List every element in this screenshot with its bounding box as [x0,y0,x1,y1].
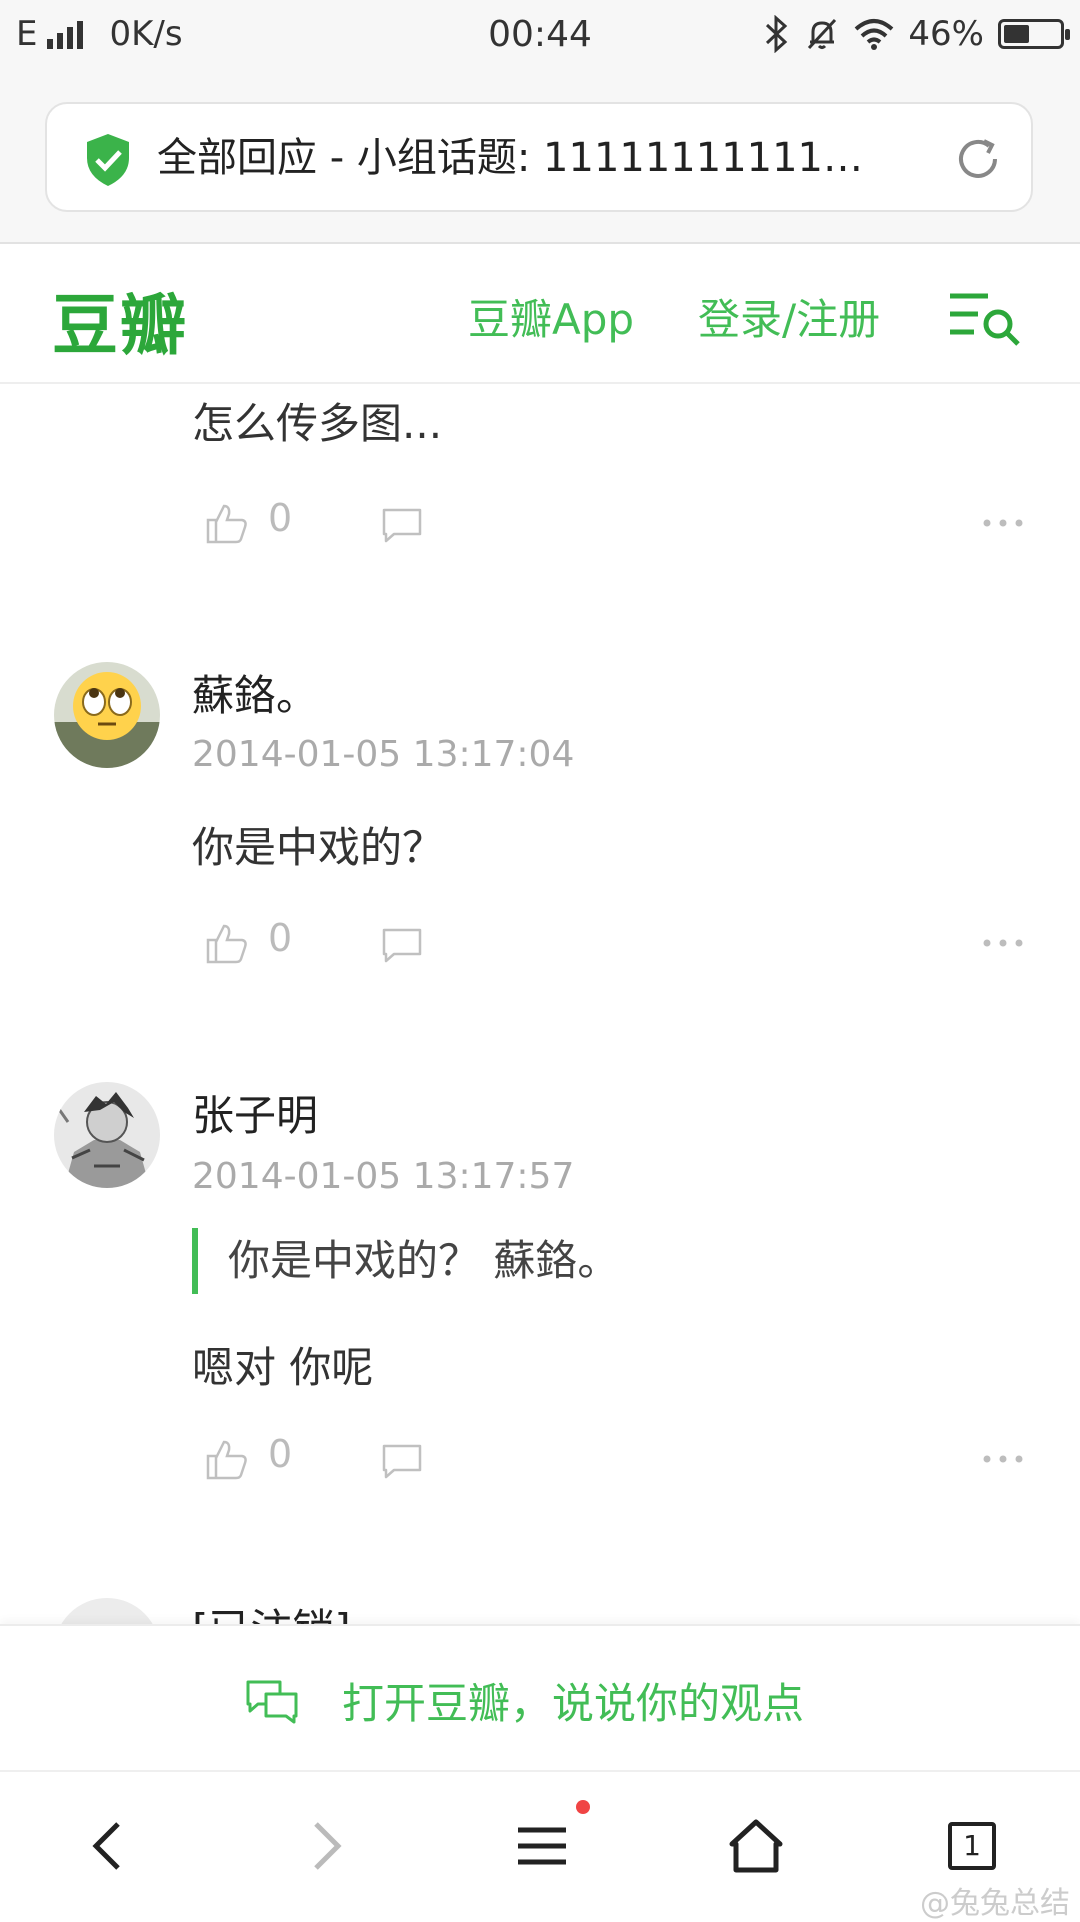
comment-text: 你是中戏的？ [192,823,445,872]
notification-dot [576,1800,590,1814]
address-bar[interactable]: 全部回应 - 小组话题: 11111111111111111 [45,102,1033,212]
reply-icon[interactable] [380,926,424,964]
tab-count-button[interactable]: 1 [948,1822,996,1870]
comment-text: 怎么传多图... [192,399,443,448]
comment-text: 嗯对 你呢 [192,1343,374,1392]
comment-actions: 0 [204,916,1024,972]
browser-nav-bar: 1 [0,1770,1080,1922]
forward-icon[interactable] [294,1816,354,1876]
douban-app-link[interactable]: 豆瓣App [468,286,634,347]
site-header: 豆瓣 豆瓣App 登录/注册 [0,244,1080,384]
wifi-icon [855,19,894,50]
more-options-icon[interactable] [982,938,1024,948]
like-count: 0 [268,1432,293,1476]
like-icon[interactable] [204,920,250,966]
comment-author[interactable]: 蘇鉻。 [192,662,318,723]
mute-bell-icon [808,18,837,50]
reply-icon[interactable] [380,1442,424,1480]
status-bar: E 0K/s 00:44 46% [0,0,1080,76]
secure-shield-icon [87,134,129,186]
comment-author[interactable]: [已注销] [192,1596,351,1624]
bluetooth-icon [766,15,788,53]
douban-logo[interactable]: 豆瓣 [52,272,188,368]
avatar[interactable] [54,1082,160,1188]
comment-actions: 0 [204,496,1024,552]
quoted-reply: 你是中戏的？ 蘇鉻。 [192,1228,619,1294]
comment-bubbles-icon [246,1680,298,1724]
reload-icon[interactable] [951,132,1005,186]
comment-actions: 0 [204,1432,1024,1488]
comment-time: 2014-01-05 13:17:04 [192,734,575,775]
avatar[interactable] [54,1598,160,1624]
status-right: 46% [764,14,1070,54]
comment-author[interactable]: 张子明 [192,1082,318,1143]
page-title: 全部回应 - 小组话题: 11111111111111111 [157,135,887,181]
watermark: @兔兔总结 [920,1886,1070,1921]
login-register-link[interactable]: 登录/注册 [698,286,880,347]
like-count: 0 [268,496,293,540]
back-icon[interactable] [80,1816,140,1876]
comment-time: 2014-01-05 13:17:57 [192,1156,575,1197]
menu-search-icon[interactable] [948,288,1024,348]
more-options-icon[interactable] [982,1454,1024,1464]
browser-address-area: 全部回应 - 小组话题: 11111111111111111 [0,76,1080,244]
open-douban-label: 打开豆瓣，说说你的观点 [342,1679,805,1728]
more-options-icon[interactable] [982,518,1024,528]
reply-icon[interactable] [380,506,424,544]
battery-percent: 46% [908,14,984,54]
avatar[interactable] [54,662,160,768]
open-douban-bar[interactable]: 打开豆瓣，说说你的观点 [0,1624,1080,1770]
like-icon[interactable] [204,1436,250,1482]
comment-list: 怎么传多图... 0 蘇鉻。 2014-01-05 13:17:04 你是中戏的… [0,384,1080,1624]
like-count: 0 [268,916,293,960]
home-icon[interactable] [726,1816,786,1876]
menu-icon[interactable] [512,1816,572,1876]
battery-icon [998,19,1070,49]
like-icon[interactable] [204,500,250,546]
